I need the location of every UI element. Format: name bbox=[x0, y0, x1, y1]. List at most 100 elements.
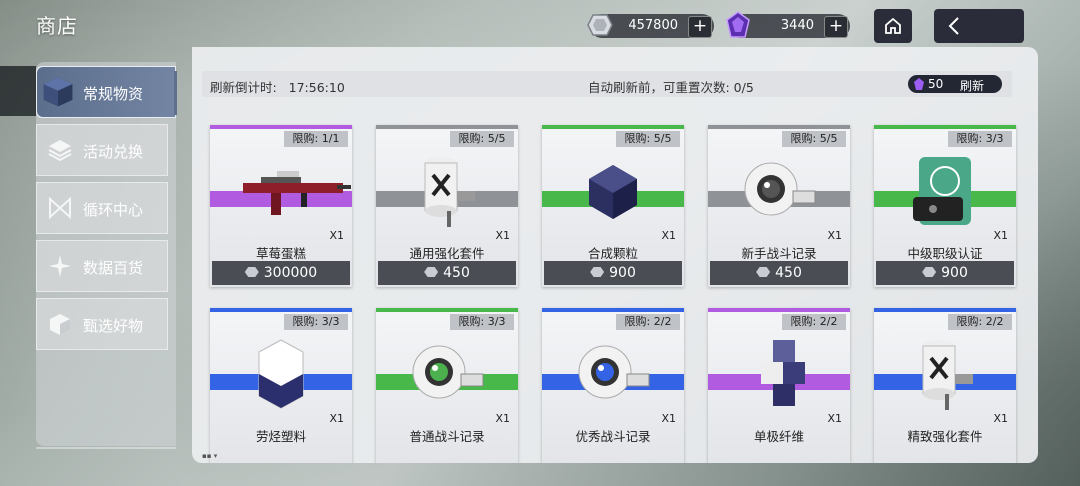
canister-icon bbox=[905, 334, 985, 414]
purchase-limit: 限购: 5/5 bbox=[782, 131, 846, 147]
home-button[interactable] bbox=[874, 9, 912, 43]
sidebar-divider bbox=[36, 447, 176, 449]
reset-count-text: 自动刷新前，可重置次数: 0/5 bbox=[588, 80, 754, 95]
card-device-icon bbox=[905, 151, 985, 231]
shop-panel: 刷新倒计时: 17:56:10 自动刷新前，可重置次数: 0/5 50 刷新 限… bbox=[192, 47, 1038, 463]
item-name: 通用强化套件 bbox=[409, 246, 485, 261]
refresh-countdown: 刷新倒计时: 17:56:10 bbox=[210, 77, 345, 96]
item-card[interactable]: 限购: 3/3 X1 中级职级认证 900 bbox=[874, 125, 1016, 287]
rarity-bar bbox=[376, 125, 518, 129]
hex-coin-icon bbox=[756, 267, 771, 277]
buy-price-button[interactable]: 300000 bbox=[212, 261, 350, 285]
camera-orb-icon bbox=[739, 151, 819, 231]
refresh-button[interactable]: 50 刷新 bbox=[908, 75, 1002, 93]
chevron-left-icon bbox=[948, 17, 959, 35]
item-card[interactable]: 限购: 5/5 X1 合成颗粒 900 bbox=[542, 125, 684, 287]
item-card[interactable]: 限购: 2/2 X1 精致强化套件 bbox=[874, 308, 1016, 463]
currency-premium-amount: 3440 bbox=[780, 18, 814, 33]
refresh-cost: 50 bbox=[928, 77, 944, 91]
sidebar: 常规物资 活动兑换 循环中心 数据百货 甄选好物 bbox=[36, 62, 177, 446]
item-price: 300000 bbox=[263, 265, 318, 281]
purchase-limit: 限购: 2/2 bbox=[948, 314, 1012, 330]
item-quantity: X1 bbox=[495, 229, 510, 242]
item-name: 单极纤维 bbox=[753, 429, 804, 444]
box-icon bbox=[50, 314, 70, 335]
buy-price-button[interactable]: 900 bbox=[876, 261, 1014, 285]
item-name: 新手战斗记录 bbox=[741, 246, 817, 261]
rarity-bar bbox=[708, 125, 850, 129]
purchase-limit: 限购: 5/5 bbox=[616, 131, 680, 147]
layers-icon bbox=[48, 140, 72, 162]
purchase-limit: 限购: 2/2 bbox=[782, 314, 846, 330]
rarity-bar bbox=[376, 308, 518, 312]
rarity-bar bbox=[210, 125, 352, 129]
purchase-limit: 限购: 2/2 bbox=[616, 314, 680, 330]
item-card[interactable]: 限购: 1/1 X1 草莓蛋糕 300000 bbox=[210, 125, 352, 287]
sidebar-item-cycle-center[interactable]: 循环中心 bbox=[36, 182, 168, 234]
item-card[interactable]: 限购: 5/5 X1 新手战斗记录 450 bbox=[708, 125, 850, 287]
item-name: 中级职级认证 bbox=[907, 246, 983, 261]
countdown-label: 刷新倒计时: bbox=[210, 80, 277, 95]
buy-price-button[interactable]: 450 bbox=[378, 261, 516, 285]
camera-orb-icon bbox=[573, 334, 653, 414]
item-card[interactable]: 限购: 2/2 X1 单极纤维 bbox=[708, 308, 850, 463]
currency-primary-amount: 457800 bbox=[628, 18, 678, 33]
item-quantity: X1 bbox=[827, 412, 842, 425]
rarity-bar bbox=[210, 308, 352, 312]
refresh-info-bar: 刷新倒计时: 17:56:10 自动刷新前，可重置次数: 0/5 50 刷新 bbox=[202, 71, 1012, 97]
sidebar-item-event-exchange[interactable]: 活动兑换 bbox=[36, 124, 168, 176]
home-icon bbox=[885, 17, 901, 34]
item-quantity: X1 bbox=[495, 412, 510, 425]
sidebar-item-label: 循环中心 bbox=[83, 201, 144, 219]
purple-crystal-icon bbox=[724, 11, 752, 39]
item-quantity: X1 bbox=[661, 412, 676, 425]
item-name: 合成颗粒 bbox=[587, 246, 638, 261]
rifle-icon bbox=[241, 151, 352, 231]
camera-orb-icon bbox=[407, 334, 487, 414]
add-currency-premium-button[interactable]: + bbox=[824, 16, 848, 38]
purchase-limit: 限购: 3/3 bbox=[948, 131, 1012, 147]
purchase-limit: 限购: 3/3 bbox=[450, 314, 514, 330]
item-quantity: X1 bbox=[993, 412, 1008, 425]
cube-icon bbox=[43, 77, 73, 107]
rarity-bar bbox=[874, 125, 1016, 129]
back-button[interactable] bbox=[934, 9, 1024, 43]
sidebar-item-label: 活动兑换 bbox=[83, 143, 144, 161]
item-quantity: X1 bbox=[993, 229, 1008, 242]
hex-coin-icon bbox=[586, 11, 614, 39]
shop-title: 商店 bbox=[36, 14, 78, 38]
crystal-block-icon bbox=[241, 334, 321, 414]
item-price: 450 bbox=[775, 265, 802, 281]
sidebar-item-data-store[interactable]: 数据百货 bbox=[36, 240, 168, 292]
purchase-limit: 限购: 5/5 bbox=[450, 131, 514, 147]
hex-coin-icon bbox=[424, 267, 439, 277]
sidebar-item-label: 常规物资 bbox=[83, 85, 144, 103]
item-name: 精致强化套件 bbox=[907, 429, 983, 444]
rarity-bar bbox=[542, 125, 684, 129]
canister-icon bbox=[407, 151, 487, 231]
item-card[interactable]: 限购: 2/2 X1 优秀战斗记录 bbox=[542, 308, 684, 463]
sidebar-item-label: 数据百货 bbox=[83, 259, 144, 277]
item-price: 450 bbox=[443, 265, 470, 281]
panel-footer-mark: ▪▪ ▾ bbox=[202, 452, 218, 460]
item-quantity: X1 bbox=[329, 229, 344, 242]
add-currency-primary-button[interactable]: + bbox=[688, 16, 712, 38]
sidebar-item-selected-goods[interactable]: 甄选好物 bbox=[36, 298, 168, 350]
item-price: 900 bbox=[941, 265, 968, 281]
rarity-bar bbox=[542, 308, 684, 312]
item-card[interactable]: 限购: 3/3 X1 普通战斗记录 bbox=[376, 308, 518, 463]
item-card[interactable]: 限购: 5/5 X1 通用强化套件 450 bbox=[376, 125, 518, 287]
hex-coin-icon bbox=[244, 267, 259, 277]
hex-coin-icon bbox=[922, 267, 937, 277]
buy-price-button[interactable]: 450 bbox=[710, 261, 848, 285]
sidebar-item-regular-supplies[interactable]: 常规物资 bbox=[36, 66, 177, 118]
sidebar-item-label: 甄选好物 bbox=[83, 317, 144, 335]
rarity-bar bbox=[708, 308, 850, 312]
buy-price-button[interactable]: 900 bbox=[544, 261, 682, 285]
item-name: 草莓蛋糕 bbox=[255, 246, 306, 261]
refresh-label: 刷新 bbox=[960, 79, 985, 93]
item-card[interactable]: 限购: 3/3 X1 劳烃塑料 bbox=[210, 308, 352, 463]
star-burst-icon bbox=[49, 255, 71, 277]
currency-premium: 3440 + bbox=[726, 11, 850, 38]
item-quantity: X1 bbox=[827, 229, 842, 242]
